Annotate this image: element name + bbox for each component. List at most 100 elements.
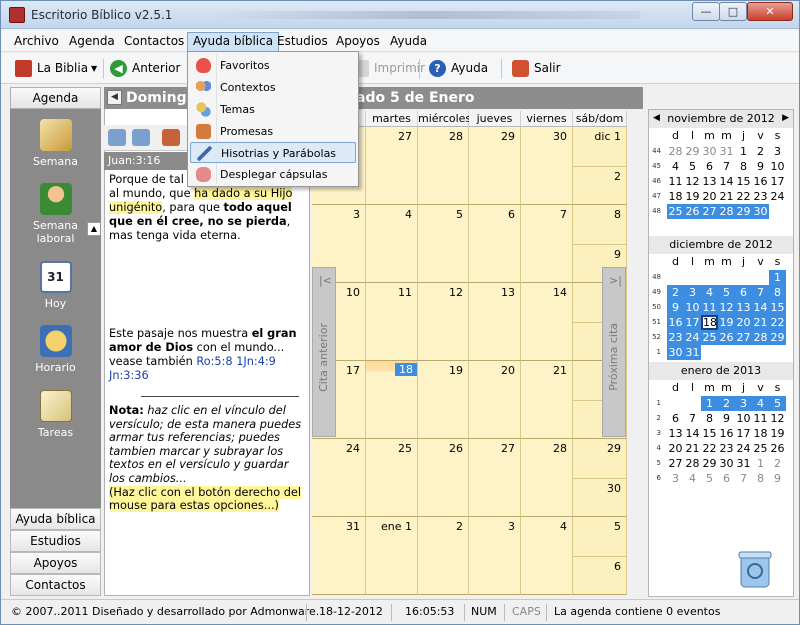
mini-day[interactable]: 2 [752, 144, 769, 159]
mini-day[interactable]: 30 [667, 345, 684, 360]
verse-forward-icon[interactable] [108, 129, 126, 146]
maximize-button[interactable]: □ [719, 2, 747, 21]
menu-apoyos[interactable]: Apoyos [331, 33, 385, 51]
mini-day[interactable]: 5 [684, 159, 701, 174]
mini-day[interactable]: 31 [735, 456, 752, 471]
calendar-day-cell[interactable]: 20 [469, 361, 521, 439]
agenda-header[interactable]: Agenda [10, 87, 101, 109]
exit-button[interactable]: Salir [510, 57, 561, 80]
mini-day[interactable]: 18 [752, 426, 769, 441]
mini-day[interactable]: 11 [701, 300, 718, 315]
mini-day[interactable]: 27 [701, 204, 718, 219]
calendar-day-cell[interactable]: 7 [521, 205, 573, 283]
calendar-day-cell[interactable]: 26 [418, 439, 469, 517]
menu-item-promesas[interactable]: Promesas [190, 121, 356, 142]
mini-day[interactable]: 27 [735, 330, 752, 345]
mini-day[interactable]: 4 [667, 159, 684, 174]
mini-day[interactable]: 5 [718, 285, 735, 300]
calendar-day-cell[interactable]: 56 [573, 517, 627, 595]
mini-day[interactable]: 25 [701, 330, 718, 345]
back-button[interactable]: ◀ Anterior [108, 57, 180, 80]
mini-day[interactable]: 7 [735, 471, 752, 486]
mini-day[interactable]: 3 [769, 144, 786, 159]
mini-day[interactable]: 9 [769, 471, 786, 486]
mini-day[interactable]: 11 [752, 411, 769, 426]
mini-day[interactable]: 7 [684, 411, 701, 426]
mini-day[interactable]: 19 [718, 315, 735, 330]
mini-day[interactable]: 13 [667, 426, 684, 441]
mini-day[interactable]: 6 [701, 159, 718, 174]
mini-day[interactable]: 31 [718, 144, 735, 159]
nav-button-estudios[interactable]: Estudios [10, 530, 101, 552]
menu-item-desplegar-capsulas[interactable]: Desplegar cápsulas [190, 164, 356, 185]
mini-day[interactable]: 8 [752, 471, 769, 486]
mini-day[interactable]: 6 [667, 411, 684, 426]
mini-day[interactable]: 23 [752, 189, 769, 204]
mini-day[interactable]: 4 [752, 396, 769, 411]
calendar-day-cell[interactable]: 21 [521, 361, 573, 439]
mini-day[interactable]: 16 [752, 174, 769, 189]
mini-day[interactable]: 4 [684, 471, 701, 486]
nav-button-contactos[interactable]: Contactos [10, 574, 101, 596]
mini-day[interactable]: 9 [718, 411, 735, 426]
calendar-day-cell[interactable]: ene 1 [366, 517, 418, 595]
calendar-day-cell[interactable]: 30 [521, 127, 573, 205]
mini-day[interactable]: 1 [752, 456, 769, 471]
calendar-day-cell[interactable]: 4 [366, 205, 418, 283]
mini-day[interactable]: 29 [735, 204, 752, 219]
chevron-left-icon[interactable]: ◀ [653, 110, 660, 127]
mini-day[interactable]: 14 [718, 174, 735, 189]
mini-day[interactable]: 15 [735, 174, 752, 189]
calendar-day-cell[interactable]: 28 [418, 127, 469, 205]
mini-day[interactable]: 1 [701, 396, 718, 411]
mini-day[interactable]: 1 [735, 144, 752, 159]
mini-day[interactable]: 3 [735, 396, 752, 411]
mini-day[interactable]: 24 [769, 189, 786, 204]
mini-day[interactable]: 18 [667, 189, 684, 204]
mini-day[interactable]: 29 [701, 456, 718, 471]
mini-day[interactable]: 17 [684, 315, 701, 330]
previous-appointment-tab[interactable]: |< Cita anterior [312, 267, 336, 437]
mini-day[interactable]: 6 [718, 471, 735, 486]
menu-agenda[interactable]: Agenda [64, 33, 120, 51]
mini-day[interactable]: 10 [735, 411, 752, 426]
calendar-day-cell[interactable]: 6 [469, 205, 521, 283]
calendar-day-cell[interactable]: 4 [521, 517, 573, 595]
calendar-day-cell[interactable]: 31 [312, 517, 366, 595]
mini-day[interactable]: 2 [667, 285, 684, 300]
calendar-day-cell[interactable]: dic 1 2 [573, 127, 627, 205]
menu-item-contextos[interactable]: Contextos [190, 77, 356, 98]
mini-day[interactable]: 28 [684, 456, 701, 471]
mini-day[interactable]: 8 [735, 159, 752, 174]
mini-day[interactable]: 28 [718, 204, 735, 219]
mini-day[interactable]: 8 [701, 411, 718, 426]
mini-day[interactable]: 13 [701, 174, 718, 189]
mini-day[interactable]: 20 [667, 441, 684, 456]
mini-day[interactable]: 3 [684, 285, 701, 300]
close-button[interactable]: ✕ [747, 2, 793, 21]
calendar-day-cell[interactable]: 24 [312, 439, 366, 517]
mini-day[interactable]: 3 [667, 471, 684, 486]
mini-day[interactable]: 17 [769, 174, 786, 189]
mini-day[interactable]: 22 [735, 189, 752, 204]
mini-day[interactable]: 2 [769, 456, 786, 471]
mini-day[interactable]: 28 [752, 330, 769, 345]
mini-day[interactable]: 16 [667, 315, 684, 330]
mini-day[interactable]: 15 [701, 426, 718, 441]
calendar-day-cell[interactable]: 11 [366, 283, 418, 361]
mini-day-today[interactable]: 18 [701, 315, 718, 330]
mini-day[interactable]: 14 [684, 426, 701, 441]
mini-day[interactable]: 26 [769, 441, 786, 456]
calendar-day-cell[interactable]: 27 [366, 127, 418, 205]
verse-back-icon[interactable] [132, 129, 150, 146]
help-button[interactable]: ? Ayuda [427, 57, 491, 80]
mini-day[interactable]: 23 [667, 330, 684, 345]
menu-estudios[interactable]: Estudios [272, 33, 333, 51]
nav-semana-laboral[interactable]: Semana laboral [10, 183, 101, 245]
verse-book-icon[interactable] [162, 129, 180, 146]
mini-day[interactable]: 17 [735, 426, 752, 441]
mini-day[interactable]: 12 [684, 174, 701, 189]
mini-day[interactable]: 19 [769, 426, 786, 441]
mini-day[interactable]: 13 [735, 300, 752, 315]
mini-day[interactable]: 28 [667, 144, 684, 159]
